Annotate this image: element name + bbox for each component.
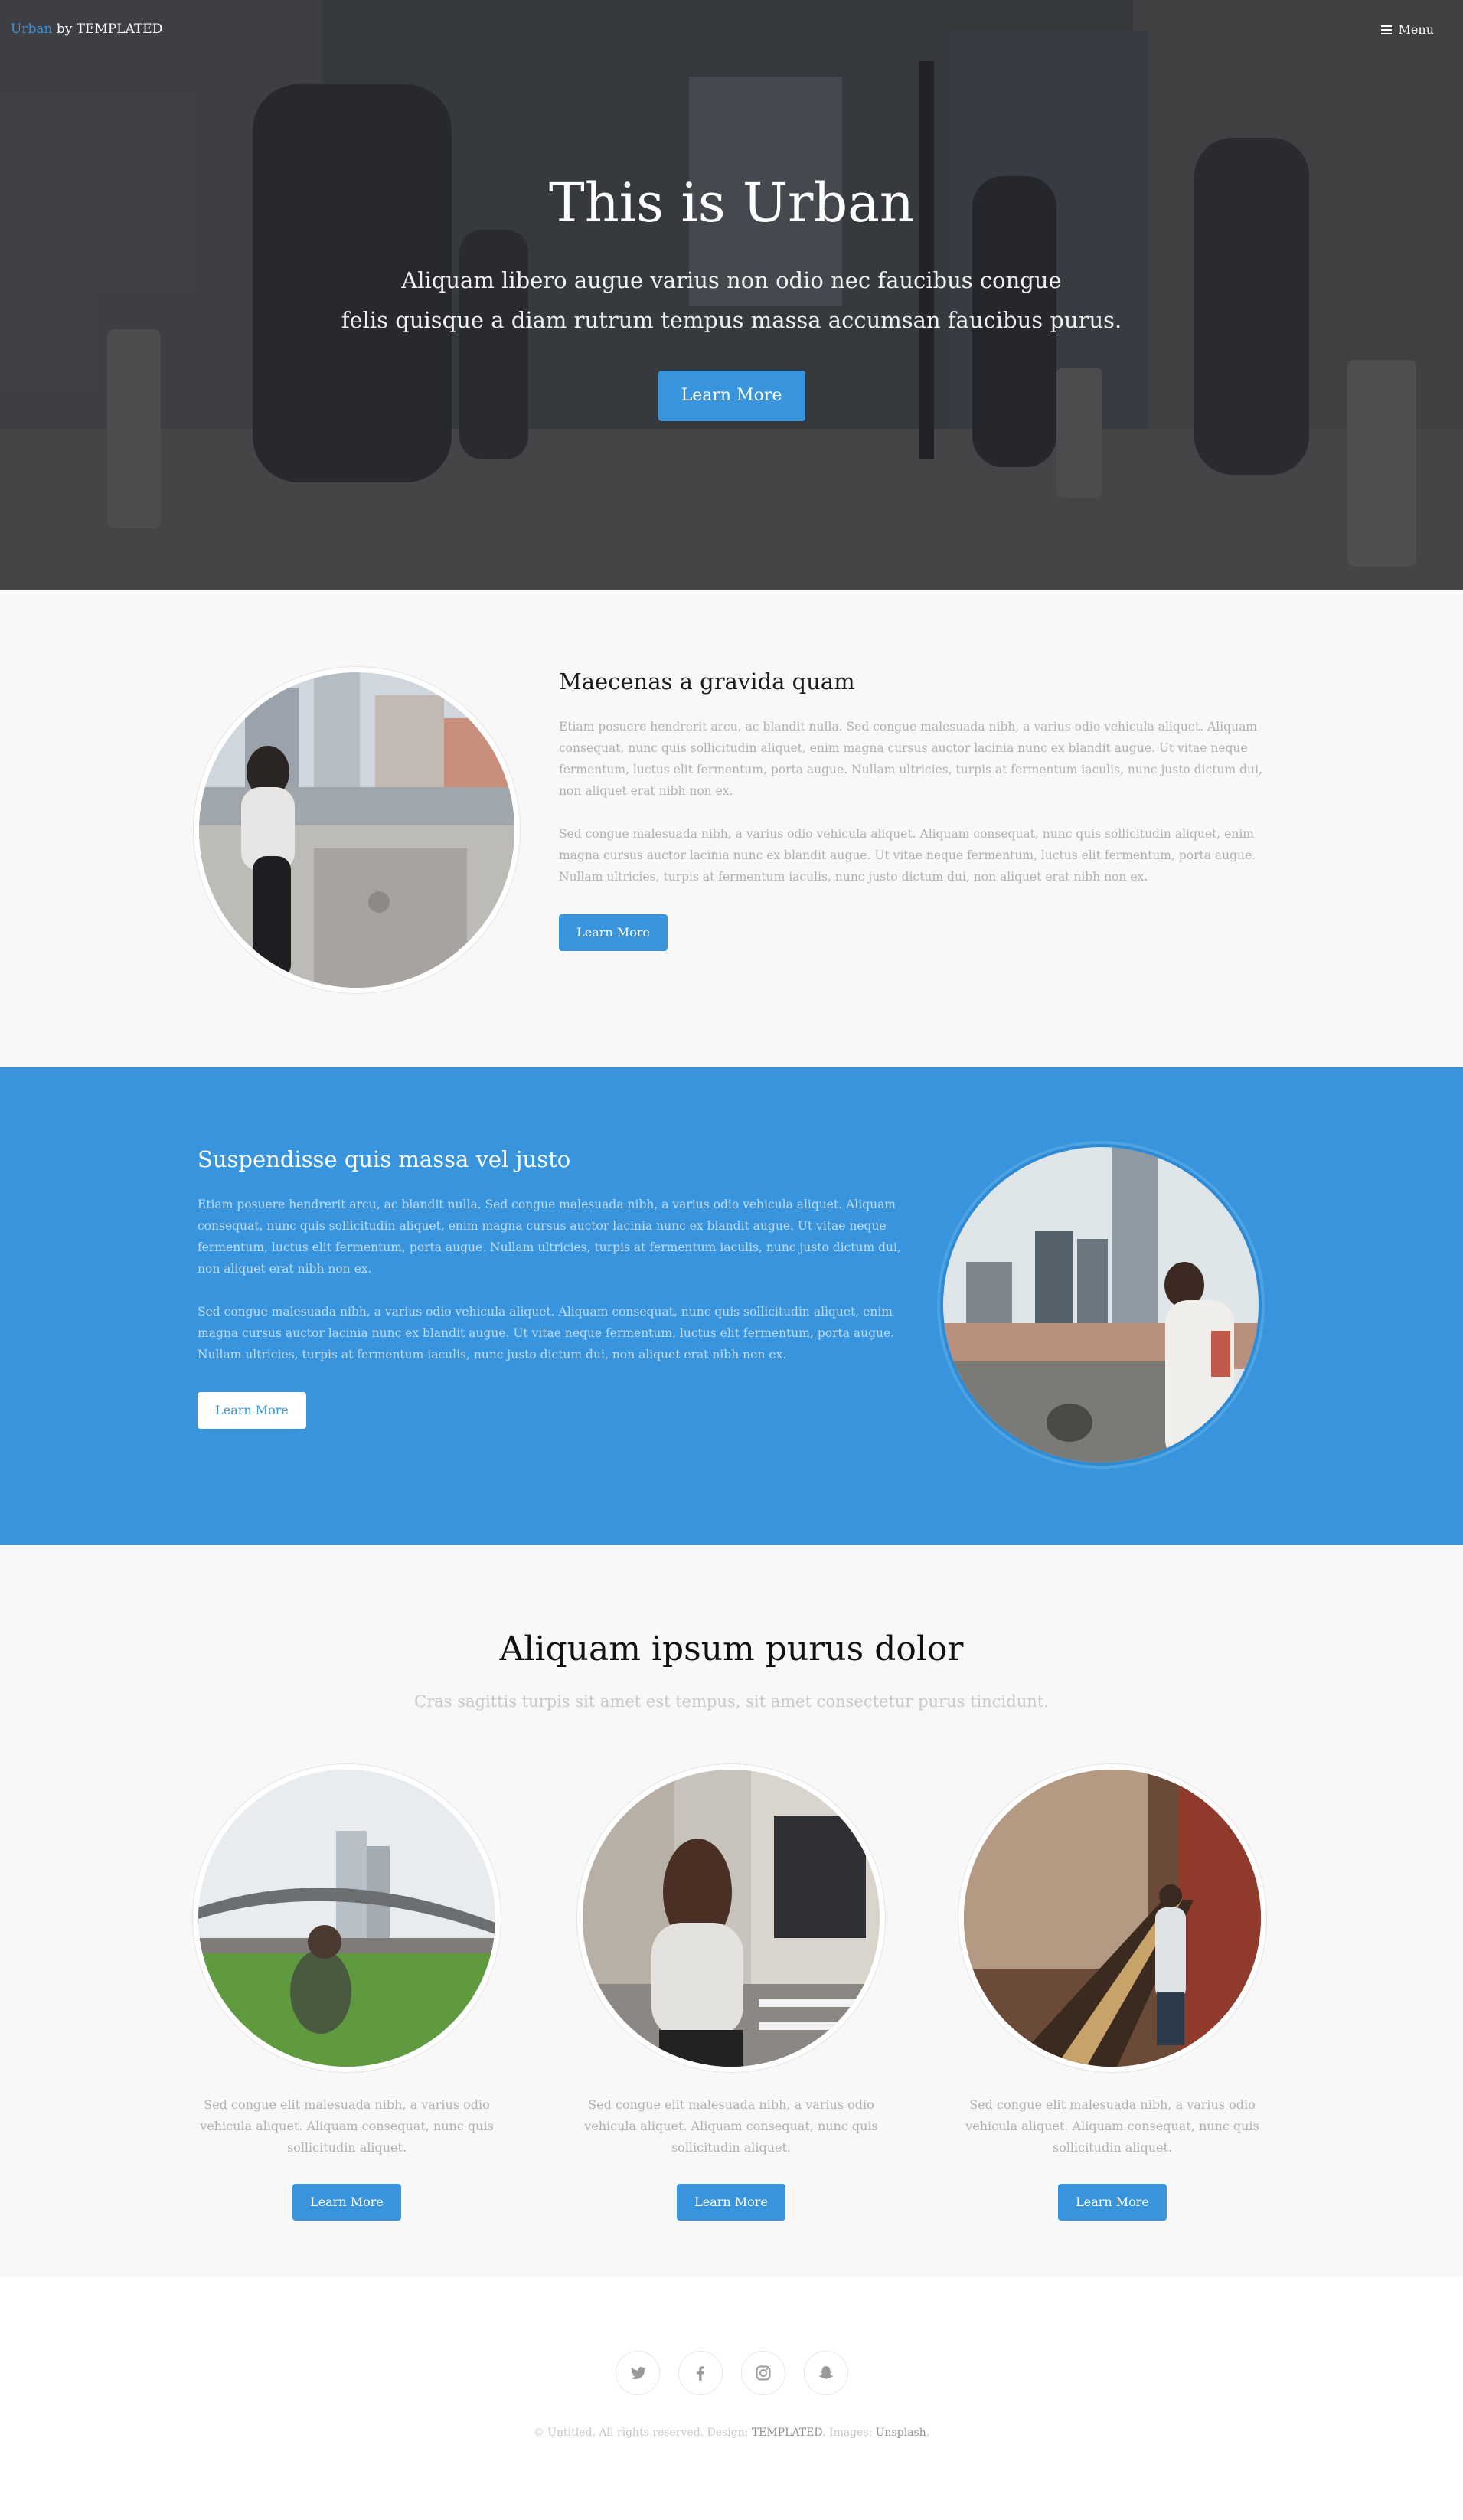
social-links (0, 2351, 1463, 2395)
hero-text: Aliquam libero augue varius non odio nec… (0, 260, 1463, 340)
hero-content: This is Urban Aliquam libero augue variu… (0, 176, 1463, 421)
feature-learn-more-button[interactable]: Learn More (559, 914, 668, 951)
logo-brand[interactable]: Urban (11, 21, 52, 37)
gallery-card-text: Sed congue elit malesuada nibh, a varius… (584, 2097, 878, 2155)
gallery-card: Sed congue elit malesuada nibh, a varius… (570, 1763, 892, 2221)
gallery-image-park (198, 1770, 495, 2067)
hero-text-line-1: Aliquam libero augue varius non odio nec… (401, 267, 1062, 293)
templated-link[interactable]: TEMPLATED (752, 2427, 822, 2439)
feature-content-two: Suspendisse quis massa vel justo Etiam p… (198, 1146, 909, 1429)
gallery-image-subway (964, 1770, 1261, 2067)
feature-paragraph-2: Sed congue malesuada nibh, a varius odio… (559, 827, 1256, 884)
feature-paragraph-2: Sed congue malesuada nibh, a varius odio… (198, 1305, 895, 1361)
twitter-icon[interactable] (615, 2351, 660, 2395)
image-ring (192, 1763, 501, 2073)
copyright-prefix: © Untitled. All rights reserved. Design: (533, 2427, 752, 2439)
hero-banner: This is Urban Aliquam libero augue variu… (0, 0, 1463, 590)
gallery-card-text: Sed congue elit malesuada nibh, a varius… (965, 2097, 1259, 2155)
feature-section-one: Maecenas a gravida quam Etiam posuere he… (0, 590, 1463, 1067)
menu-toggle[interactable]: Menu (1380, 22, 1434, 37)
feature-image-woman-skyline (943, 1147, 1259, 1463)
gallery-subheading: Cras sagittis turpis sit amet est tempus… (414, 1692, 1049, 1711)
menu-label: Menu (1398, 22, 1434, 37)
gallery-image-street (583, 1770, 880, 2067)
hero-learn-more-button[interactable]: Learn More (658, 371, 805, 421)
gallery-card-text: Sed congue elit malesuada nibh, a varius… (200, 2097, 494, 2155)
facebook-icon[interactable] (678, 2351, 723, 2395)
gallery-card-learn-more-button[interactable]: Learn More (292, 2184, 401, 2221)
gallery-section: Aliquam ipsum purus dolor Cras sagittis … (0, 1545, 1463, 2277)
site-logo[interactable]: Urban by TEMPLATED (11, 21, 162, 37)
gallery-card: Sed congue elit malesuada nibh, a varius… (186, 1763, 508, 2221)
hamburger-icon (1380, 25, 1392, 34)
instagram-icon[interactable] (740, 2351, 785, 2395)
feature-learn-more-button[interactable]: Learn More (198, 1392, 306, 1429)
copyright-suffix: . (926, 2427, 930, 2439)
image-ring (958, 1763, 1267, 2073)
images-prefix: . Images: (822, 2427, 876, 2439)
gallery-card: Sed congue elit malesuada nibh, a varius… (952, 1763, 1273, 2221)
unsplash-link[interactable]: Unsplash (876, 2427, 926, 2439)
feature-heading: Maecenas a gravida quam (559, 668, 855, 695)
hero-text-line-2: felis quisque a diam rutrum tempus massa… (341, 307, 1122, 333)
copyright-text: © Untitled. All rights reserved. Design:… (0, 2427, 1463, 2439)
gallery-card-learn-more-button[interactable]: Learn More (1058, 2184, 1167, 2221)
image-ring (576, 1763, 886, 2073)
feature-section-two: Suspendisse quis massa vel justo Etiam p… (0, 1067, 1463, 1545)
site-footer: © Untitled. All rights reserved. Design:… (0, 2277, 1463, 2520)
feature-paragraph-1: Etiam posuere hendrerit arcu, ac blandit… (559, 720, 1262, 798)
feature-heading: Suspendisse quis massa vel justo (198, 1146, 571, 1172)
hero-title: This is Urban (549, 172, 914, 234)
feature-image-woman-sitting (199, 672, 514, 988)
feature-content-one: Maecenas a gravida quam Etiam posuere he… (559, 668, 1263, 951)
snapchat-icon[interactable] (803, 2351, 848, 2395)
gallery-card-learn-more-button[interactable]: Learn More (677, 2184, 785, 2221)
logo-suffix[interactable]: by TEMPLATED (52, 21, 163, 37)
site-header: Urban by TEMPLATED Menu (0, 0, 1463, 61)
feature-paragraph-1: Etiam posuere hendrerit arcu, ac blandit… (198, 1198, 901, 1276)
gallery-heading: Aliquam ipsum purus dolor (499, 1629, 964, 1669)
